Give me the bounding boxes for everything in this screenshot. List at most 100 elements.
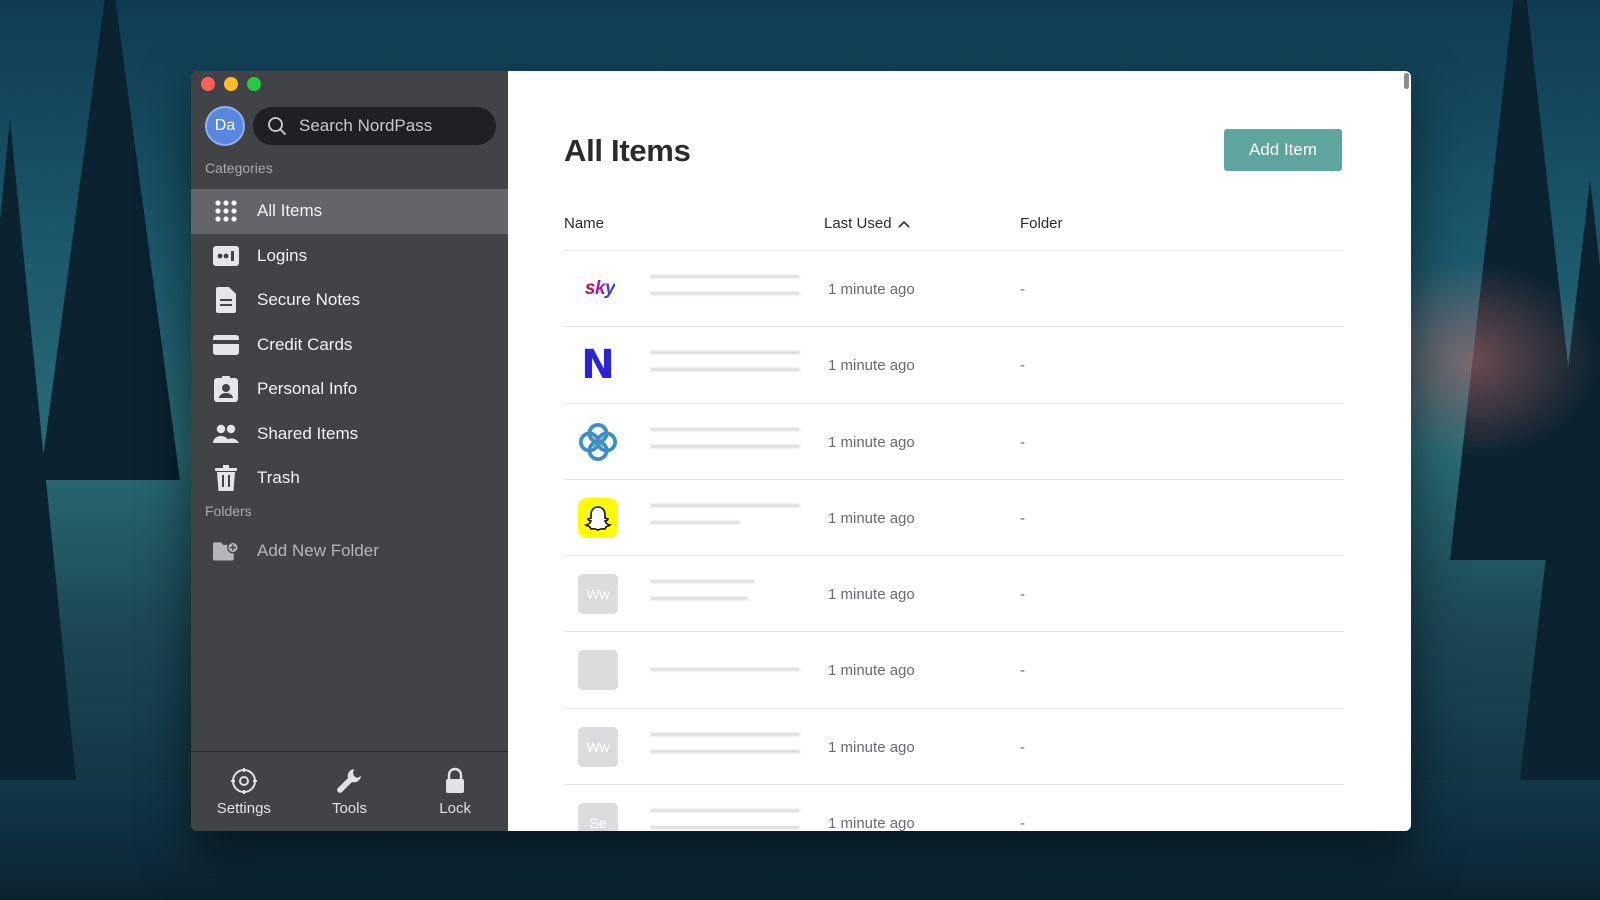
folder-cell: - — [1020, 662, 1025, 680]
category-list: All Items Logins Secure Notes Credit Car… — [191, 189, 508, 501]
sidebar-item-credit-cards[interactable]: Credit Cards — [191, 323, 508, 368]
folder-cell: - — [1020, 738, 1025, 756]
last-used-cell: 1 minute ago — [828, 433, 915, 451]
sidebar-item-label: Secure Notes — [257, 290, 360, 310]
table-header: Name Last Used Folder — [564, 209, 1344, 251]
last-used-cell: 1 minute ago — [828, 738, 915, 756]
search-icon — [268, 117, 286, 135]
add-item-button[interactable]: Add Item — [1224, 129, 1342, 171]
tools-label: Tools — [331, 800, 367, 817]
folder-cell: - — [1020, 509, 1025, 527]
last-used-cell: 1 minute ago — [828, 586, 915, 604]
sidebar-item-personal-info[interactable]: Personal Info — [191, 367, 508, 412]
folder-cell: - — [1020, 281, 1025, 298]
table-row[interactable]: 1 minute ago - — [564, 404, 1344, 480]
trash-icon — [213, 465, 239, 492]
placeholder-logo: Ww — [578, 574, 618, 615]
sidebar-item-all-items[interactable]: All Items — [191, 189, 508, 234]
folders-label: Folders — [205, 503, 252, 519]
items-table: sky 1 minute ago - N 1 minute ago - 1 mi… — [564, 251, 1344, 831]
redacted-item-text — [650, 809, 800, 831]
last-used-cell: 1 minute ago — [828, 509, 915, 527]
table-row[interactable]: sky 1 minute ago - — [564, 251, 1344, 328]
redacted-item-text — [650, 668, 800, 698]
last-used-cell: 1 minute ago — [828, 357, 915, 375]
placeholder-logo — [578, 650, 618, 691]
folder-cell: - — [1020, 433, 1025, 451]
tree-silhouette — [0, 120, 80, 820]
redacted-item-text — [650, 275, 800, 305]
table-row[interactable]: N 1 minute ago - — [564, 327, 1344, 404]
add-folder-icon — [213, 538, 239, 564]
logo-text: Ww — [586, 738, 610, 755]
avatar[interactable]: Da — [205, 106, 245, 146]
column-header-label: Last Used — [824, 215, 892, 232]
folder-cell: - — [1020, 357, 1025, 375]
snapchat-logo — [578, 497, 618, 538]
sidebar-item-label: Logins — [257, 245, 308, 265]
redacted-item-text — [650, 351, 800, 381]
lock-button[interactable]: Lock — [410, 766, 500, 817]
flower-logo — [578, 422, 618, 462]
redacted-item-text — [650, 732, 800, 763]
ghost-icon — [584, 506, 612, 531]
search-input[interactable] — [299, 116, 479, 136]
sidebar-item-label: Personal Info — [257, 379, 358, 399]
n-logo: N — [578, 342, 618, 389]
sidebar-item-secure-notes[interactable]: Secure Notes — [191, 278, 508, 323]
logo-text: Se — [589, 815, 607, 831]
sidebar-item-trash[interactable]: Trash — [191, 456, 508, 501]
scrollbar[interactable] — [1404, 73, 1409, 89]
folder-cell: - — [1020, 815, 1025, 831]
search-box[interactable] — [253, 107, 496, 145]
add-folder-label: Add New Folder — [257, 541, 379, 561]
sidebar-item-label: Trash — [257, 468, 300, 488]
wrench-icon — [337, 769, 362, 793]
sidebar-item-label: Credit Cards — [257, 334, 353, 354]
table-row[interactable]: Ww 1 minute ago - — [564, 709, 1344, 786]
placeholder-logo: Ww — [578, 726, 618, 767]
column-header-name[interactable]: Name — [564, 215, 604, 232]
grid-icon — [213, 198, 239, 224]
redacted-item-text — [650, 503, 800, 534]
sky-logo: sky — [578, 269, 622, 309]
placeholder-logo: Se — [578, 803, 618, 831]
settings-icon — [230, 768, 257, 794]
page-title: All Items — [564, 133, 691, 168]
logo-text: sky — [584, 278, 616, 299]
login-card-icon — [213, 243, 239, 269]
lock-label: Lock — [439, 800, 471, 817]
note-icon — [213, 287, 239, 314]
main-panel: All Items Add Item Name Last Used Folder… — [508, 71, 1411, 831]
app-window: Da Categories All Items — [191, 71, 1411, 831]
logo-text: N — [581, 342, 615, 389]
settings-button[interactable]: Settings — [199, 766, 289, 817]
sort-ascending-icon — [897, 220, 910, 228]
window-controls — [201, 77, 261, 91]
people-icon — [213, 421, 239, 447]
sidebar-item-label: All Items — [257, 201, 323, 221]
column-header-last-used[interactable]: Last Used — [824, 215, 910, 232]
maximize-window-button[interactable] — [247, 77, 261, 91]
minimize-window-button[interactable] — [224, 77, 238, 91]
table-row[interactable]: 1 minute ago - — [564, 480, 1344, 557]
categories-label: Categories — [205, 160, 273, 176]
close-window-button[interactable] — [201, 77, 215, 91]
redacted-item-text — [650, 427, 800, 458]
table-row[interactable]: 1 minute ago - — [564, 632, 1344, 709]
add-new-folder-button[interactable]: Add New Folder — [191, 529, 508, 574]
credit-card-icon — [213, 332, 239, 358]
redacted-item-text — [650, 580, 800, 610]
sidebar-item-logins[interactable]: Logins — [191, 234, 508, 279]
folder-list: Add New Folder — [191, 529, 508, 574]
sidebar-item-shared-items[interactable]: Shared Items — [191, 412, 508, 457]
last-used-cell: 1 minute ago — [828, 662, 915, 680]
table-row[interactable]: Se 1 minute ago - — [564, 785, 1344, 831]
logo-text: Ww — [586, 586, 610, 603]
table-row[interactable]: Ww 1 minute ago - — [564, 556, 1344, 633]
lock-icon — [446, 767, 465, 793]
tools-button[interactable]: Tools — [304, 766, 394, 817]
column-header-folder[interactable]: Folder — [1020, 215, 1063, 232]
sidebar: Da Categories All Items — [191, 71, 508, 831]
sidebar-footer: Settings Tools Lock — [191, 751, 508, 831]
